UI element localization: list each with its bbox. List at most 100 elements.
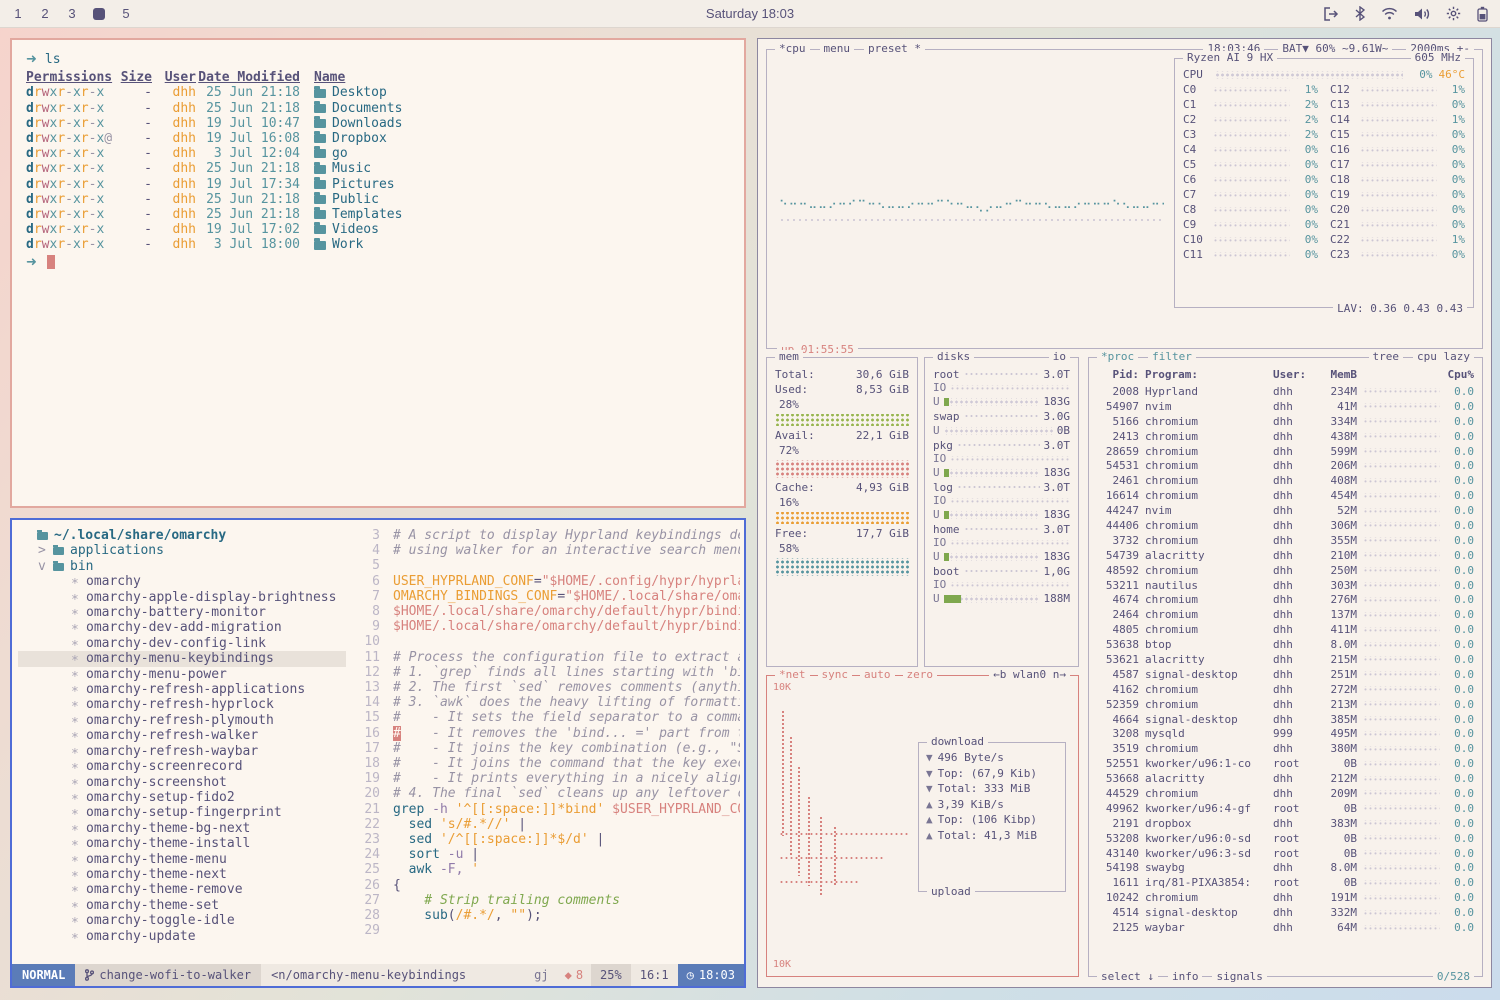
process-row[interactable]: 44529 chromium dhh 209M 0.0 (1097, 786, 1474, 801)
proc-footer-button[interactable]: signals (1212, 970, 1266, 984)
tree-item[interactable]: omarchy-theme-remove (18, 882, 346, 897)
tree-item[interactable]: omarchy-refresh-walker (18, 728, 346, 743)
process-row[interactable]: 4514 signal-desktop dhh 332M 0.0 (1097, 905, 1474, 920)
process-row[interactable]: 53638 btop dhh 8.0M 0.0 (1097, 637, 1474, 652)
process-row[interactable]: 4162 chromium dhh 272M 0.0 (1097, 682, 1474, 697)
tree-item[interactable]: omarchy-screenshot (18, 775, 346, 790)
net-box-label[interactable]: zero (903, 668, 938, 682)
tree-item[interactable]: omarchy-theme-next (18, 867, 346, 882)
tree-item[interactable]: omarchy-theme-bg-next (18, 821, 346, 836)
net-box-label[interactable]: sync (818, 668, 853, 682)
proc-option-label[interactable]: cpu lazy (1413, 350, 1474, 364)
tree-item[interactable]: omarchy-dev-add-migration (18, 620, 346, 635)
tree-item[interactable]: omarchy-menu-power (18, 667, 346, 682)
process-row[interactable]: 44406 chromium dhh 306M 0.0 (1097, 518, 1474, 533)
cpu-history-graph: ⠑⠒⠒⠤⠤⠔⠒⠊⠉⠒⠢⠤⠤⠔⠒⠒⠉⠑⠒⠤⢄⡠⠤⠒⠉⠒⠒⠢⠤⠤⠔⠒⠒⠒⠑⠢⠤⠤⠒⠒… (779, 198, 1164, 214)
workspace-switcher: 123 5 (12, 6, 132, 21)
process-row[interactable]: 54907 nvim dhh 41M 0.0 (1097, 399, 1474, 414)
tree-item[interactable]: omarchy-theme-set (18, 898, 346, 913)
process-row[interactable]: 43140 kworker/u96:3-sd root 0B 0.0 (1097, 846, 1474, 861)
git-branch: change-wofi-to-walker (75, 964, 261, 986)
process-row[interactable]: 3208 mysqld 999 495M 0.0 (1097, 726, 1474, 741)
process-row[interactable]: 54531 chromium dhh 206M 0.0 (1097, 458, 1474, 473)
workspace-item[interactable]: 2 (39, 6, 51, 21)
proc-box-label[interactable]: filter (1148, 350, 1196, 364)
tree-item[interactable]: omarchy-update (18, 929, 346, 944)
bluetooth-icon[interactable] (1355, 6, 1365, 21)
process-row[interactable]: 2191 dropbox dhh 383M 0.0 (1097, 816, 1474, 831)
tree-item[interactable]: omarchy-setup-fido2 (18, 790, 346, 805)
cpu-menu-label[interactable]: preset * (864, 42, 925, 56)
process-row[interactable]: 3519 chromium dhh 380M 0.0 (1097, 741, 1474, 756)
tree-item[interactable]: omarchy-setup-fingerprint (18, 805, 346, 820)
process-row[interactable]: 52359 chromium dhh 213M 0.0 (1097, 697, 1474, 712)
tree-item[interactable]: omarchy-refresh-applications (18, 682, 346, 697)
proc-mem: 215M (1319, 653, 1357, 666)
tree-item[interactable]: omarchy-menu-keybindings (18, 651, 346, 666)
tree-item[interactable]: omarchy-refresh-waybar (18, 744, 346, 759)
process-row[interactable]: 1611 irq/81-PIXA3854: root 0B 0.0 (1097, 875, 1474, 890)
process-row[interactable]: 10242 chromium dhh 191M 0.0 (1097, 890, 1474, 905)
tree-item[interactable]: omarchy-refresh-plymouth (18, 713, 346, 728)
proc-mem: 137M (1319, 608, 1357, 621)
logout-icon[interactable] (1323, 7, 1339, 21)
proc-option-label[interactable]: tree (1369, 350, 1404, 364)
workspace-item[interactable] (93, 8, 105, 20)
process-row[interactable]: 4587 signal-desktop dhh 251M 0.0 (1097, 667, 1474, 682)
process-row[interactable]: 2008 Hyprland dhh 234M 0.0 (1097, 384, 1474, 399)
process-row[interactable]: 48592 chromium dhh 250M 0.0 (1097, 563, 1474, 578)
process-row[interactable]: 54198 swaybg dhh 8.0M 0.0 (1097, 861, 1474, 876)
settings-icon[interactable] (1446, 6, 1461, 21)
process-row[interactable]: 4664 signal-desktop dhh 385M 0.0 (1097, 712, 1474, 727)
ls-row: drwxr-xr-x - dhh 19 Jul 17:34 Pictures (26, 177, 730, 192)
process-row[interactable]: 4674 chromium dhh 276M 0.0 (1097, 592, 1474, 607)
workspace-item[interactable]: 3 (66, 6, 78, 21)
proc-box-label[interactable]: *proc (1097, 350, 1138, 364)
process-row[interactable]: 2461 chromium dhh 408M 0.0 (1097, 473, 1474, 488)
tree-item[interactable]: omarchy-theme-install (18, 836, 346, 851)
process-row[interactable]: 2125 waybar dhh 64M 0.0 (1097, 920, 1474, 935)
process-row[interactable]: 28659 chromium dhh 599M 0.0 (1097, 444, 1474, 459)
battery-icon[interactable] (1477, 6, 1488, 22)
cpu-menu-label[interactable]: menu (820, 42, 855, 56)
tree-item[interactable]: omarchy (18, 574, 346, 589)
process-row[interactable]: 2413 chromium dhh 438M 0.0 (1097, 429, 1474, 444)
disks-box-label[interactable]: io (1049, 350, 1070, 364)
process-row[interactable]: 53668 alacritty dhh 212M 0.0 (1097, 771, 1474, 786)
workspace-item[interactable]: 5 (120, 6, 132, 21)
process-row[interactable]: 2464 chromium dhh 137M 0.0 (1097, 607, 1474, 622)
workspace-item[interactable]: 1 (12, 6, 24, 21)
proc-footer-button[interactable]: info (1168, 970, 1203, 984)
tree-item[interactable]: omarchy-theme-menu (18, 852, 346, 867)
process-row[interactable]: 16614 chromium dhh 454M 0.0 (1097, 488, 1474, 503)
process-row[interactable]: 5166 chromium dhh 334M 0.0 (1097, 414, 1474, 429)
tree-item[interactable]: omarchy-refresh-hyprlock (18, 697, 346, 712)
mem-box-label[interactable]: mem (775, 350, 803, 364)
tree-item[interactable]: v bin (18, 559, 346, 574)
process-row[interactable]: 53208 kworker/u96:0-sd root 0B 0.0 (1097, 831, 1474, 846)
net-box-label[interactable]: *net (775, 668, 810, 682)
tree-item[interactable]: omarchy-dev-config-link (18, 636, 346, 651)
wifi-icon[interactable] (1381, 7, 1398, 20)
process-row[interactable]: 52551 kworker/u96:1-co root 0B 0.0 (1097, 756, 1474, 771)
volume-icon[interactable] (1414, 7, 1430, 21)
process-row[interactable]: 54739 alacritty dhh 210M 0.0 (1097, 548, 1474, 563)
process-row[interactable]: 4805 chromium dhh 411M 0.0 (1097, 622, 1474, 637)
tree-item[interactable]: omarchy-screenrecord (18, 759, 346, 774)
proc-footer-button[interactable]: select ↓ (1097, 970, 1158, 984)
tree-item[interactable]: omarchy-battery-monitor (18, 605, 346, 620)
process-row[interactable]: 53621 alacritty dhh 215M 0.0 (1097, 652, 1474, 667)
disks-box-label[interactable]: disks (933, 350, 974, 364)
tree-item[interactable]: ~/.local/share/omarchy (18, 528, 346, 543)
process-row[interactable]: 49962 kworker/u96:4-gf root 0B 0.0 (1097, 801, 1474, 816)
cpu-menu-label[interactable]: *cpu (775, 42, 810, 56)
process-row[interactable]: 44247 nvim dhh 52M 0.0 (1097, 503, 1474, 518)
tree-item[interactable]: omarchy-toggle-idle (18, 913, 346, 928)
proc-mem: 276M (1319, 593, 1357, 606)
process-row[interactable]: 53211 nautilus dhh 303M 0.0 (1097, 578, 1474, 593)
net-interface-label[interactable]: ←b wlan0 n→ (989, 668, 1070, 682)
tree-item[interactable]: omarchy-apple-display-brightness (18, 590, 346, 605)
tree-item[interactable]: > applications (18, 543, 346, 558)
net-box-label[interactable]: auto (860, 668, 895, 682)
process-row[interactable]: 3732 chromium dhh 355M 0.0 (1097, 533, 1474, 548)
